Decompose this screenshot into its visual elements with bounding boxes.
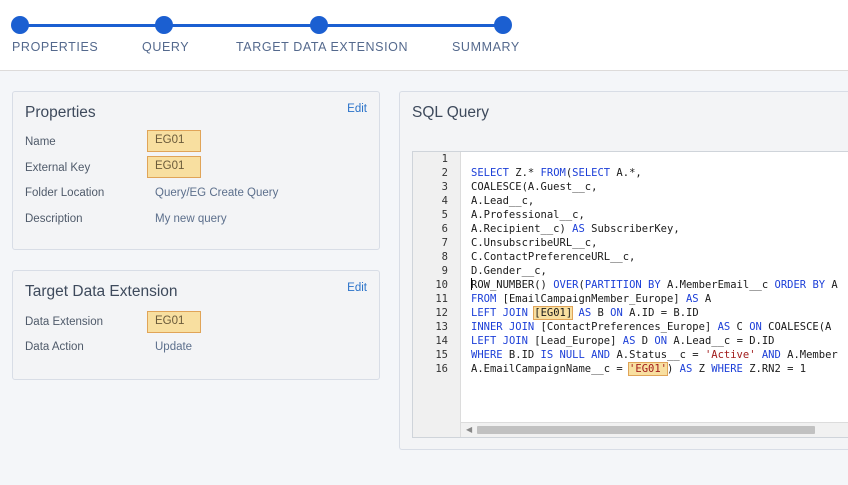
wizard-stepper: PROPERTIES QUERY TARGET DATA EXTENSION S… [0, 0, 848, 71]
field-label-external-key: External Key [25, 162, 91, 174]
target-data-extension-card: Target Data Extension Edit Data Extensio… [12, 270, 380, 380]
sql-editor[interactable]: 1 2 3 4 5 6 7 8 9 10 11 12 13 14 15 16 SELECT Z.* FROM(… [412, 151, 848, 438]
step-dot-properties[interactable] [11, 16, 29, 34]
code-line[interactable]: D.Gender__c, [471, 265, 547, 277]
line-number: 14 [435, 335, 448, 347]
field-label-description: Description [25, 213, 83, 225]
code-line[interactable]: ROW_NUMBER() OVER(PARTITION BY A.MemberE… [471, 279, 838, 291]
field-value-data-extension: EG01 [147, 311, 201, 333]
line-number: 5 [441, 209, 448, 221]
step-dot-summary[interactable] [494, 16, 512, 34]
line-number-gutter: 1 2 3 4 5 6 7 8 9 10 11 12 13 14 15 16 [413, 152, 461, 437]
code-line[interactable]: LEFT JOIN [Lead_Europe] AS D ON A.Lead__… [471, 335, 775, 347]
code-line[interactable]: WHERE B.ID IS NULL AND A.Status__c = 'Ac… [471, 349, 838, 361]
line-number: 10 [435, 279, 448, 291]
line-number: 15 [435, 349, 448, 361]
code-line[interactable]: COALESCE(A.Guest__c, [471, 181, 597, 193]
field-label-data-extension: Data Extension [25, 316, 103, 328]
target-title: Target Data Extension [25, 283, 178, 300]
field-value-external-key: EG01 [147, 156, 201, 178]
properties-edit-link[interactable]: Edit [347, 103, 367, 115]
scrollbar-thumb[interactable] [477, 426, 815, 434]
properties-title: Properties [25, 104, 96, 121]
field-value-description: My new query [155, 213, 227, 225]
code-line[interactable]: A.EmailCampaignName__c = 'EG01') AS Z WH… [471, 362, 806, 376]
code-line[interactable]: A.Lead__c, [471, 195, 534, 207]
line-number: 9 [441, 265, 448, 277]
stepper-track [20, 24, 503, 27]
step-label-query[interactable]: QUERY [142, 40, 189, 54]
properties-card: Properties Edit Name EG01 External Key E… [12, 91, 380, 250]
code-line[interactable]: A.Recipient__c) AS SubscriberKey, [471, 223, 680, 235]
step-dot-target-data-extension[interactable] [310, 16, 328, 34]
field-label-folder-location: Folder Location [25, 187, 105, 199]
code-line[interactable]: SELECT Z.* FROM(SELECT A.*, [471, 167, 642, 179]
field-label-name: Name [25, 136, 56, 148]
line-number: 1 [441, 153, 448, 165]
line-number: 11 [435, 293, 448, 305]
step-label-summary[interactable]: SUMMARY [452, 40, 520, 54]
code-line[interactable]: FROM [EmailCampaignMember_Europe] AS A [471, 293, 711, 305]
line-number: 13 [435, 321, 448, 333]
step-label-properties[interactable]: PROPERTIES [12, 40, 98, 54]
code-line[interactable]: C.UnsubscribeURL__c, [471, 237, 597, 249]
line-number: 16 [435, 363, 448, 375]
horizontal-scrollbar[interactable]: ◀ [461, 422, 848, 437]
target-edit-link[interactable]: Edit [347, 282, 367, 294]
line-number: 12 [435, 307, 448, 319]
line-number: 6 [441, 223, 448, 235]
code-line[interactable]: C.ContactPreferenceURL__c, [471, 251, 635, 263]
line-number: 8 [441, 251, 448, 263]
line-number: 2 [441, 167, 448, 179]
field-value-folder-location: Query/EG Create Query [155, 187, 279, 199]
field-value-name: EG01 [147, 130, 201, 152]
code-line[interactable]: LEFT JOIN [EG01] AS B ON A.ID = B.ID [471, 306, 699, 320]
field-label-data-action: Data Action [25, 341, 84, 353]
code-line[interactable]: A.Professional__c, [471, 209, 585, 221]
line-number: 7 [441, 237, 448, 249]
step-dot-query[interactable] [155, 16, 173, 34]
text-caret [471, 278, 472, 290]
line-number: 4 [441, 195, 448, 207]
scroll-left-arrow-icon[interactable]: ◀ [466, 425, 472, 434]
sql-query-title: SQL Query [412, 104, 489, 121]
sql-query-card: SQL Query 1 2 3 4 5 6 7 8 9 10 11 12 13 14 15 16 SELECT… [399, 91, 848, 450]
line-number: 3 [441, 181, 448, 193]
code-line[interactable]: INNER JOIN [ContactPreferences_Europe] A… [471, 321, 831, 333]
step-label-target-data-extension[interactable]: TARGET DATA EXTENSION [236, 40, 408, 54]
field-value-data-action: Update [155, 341, 193, 353]
